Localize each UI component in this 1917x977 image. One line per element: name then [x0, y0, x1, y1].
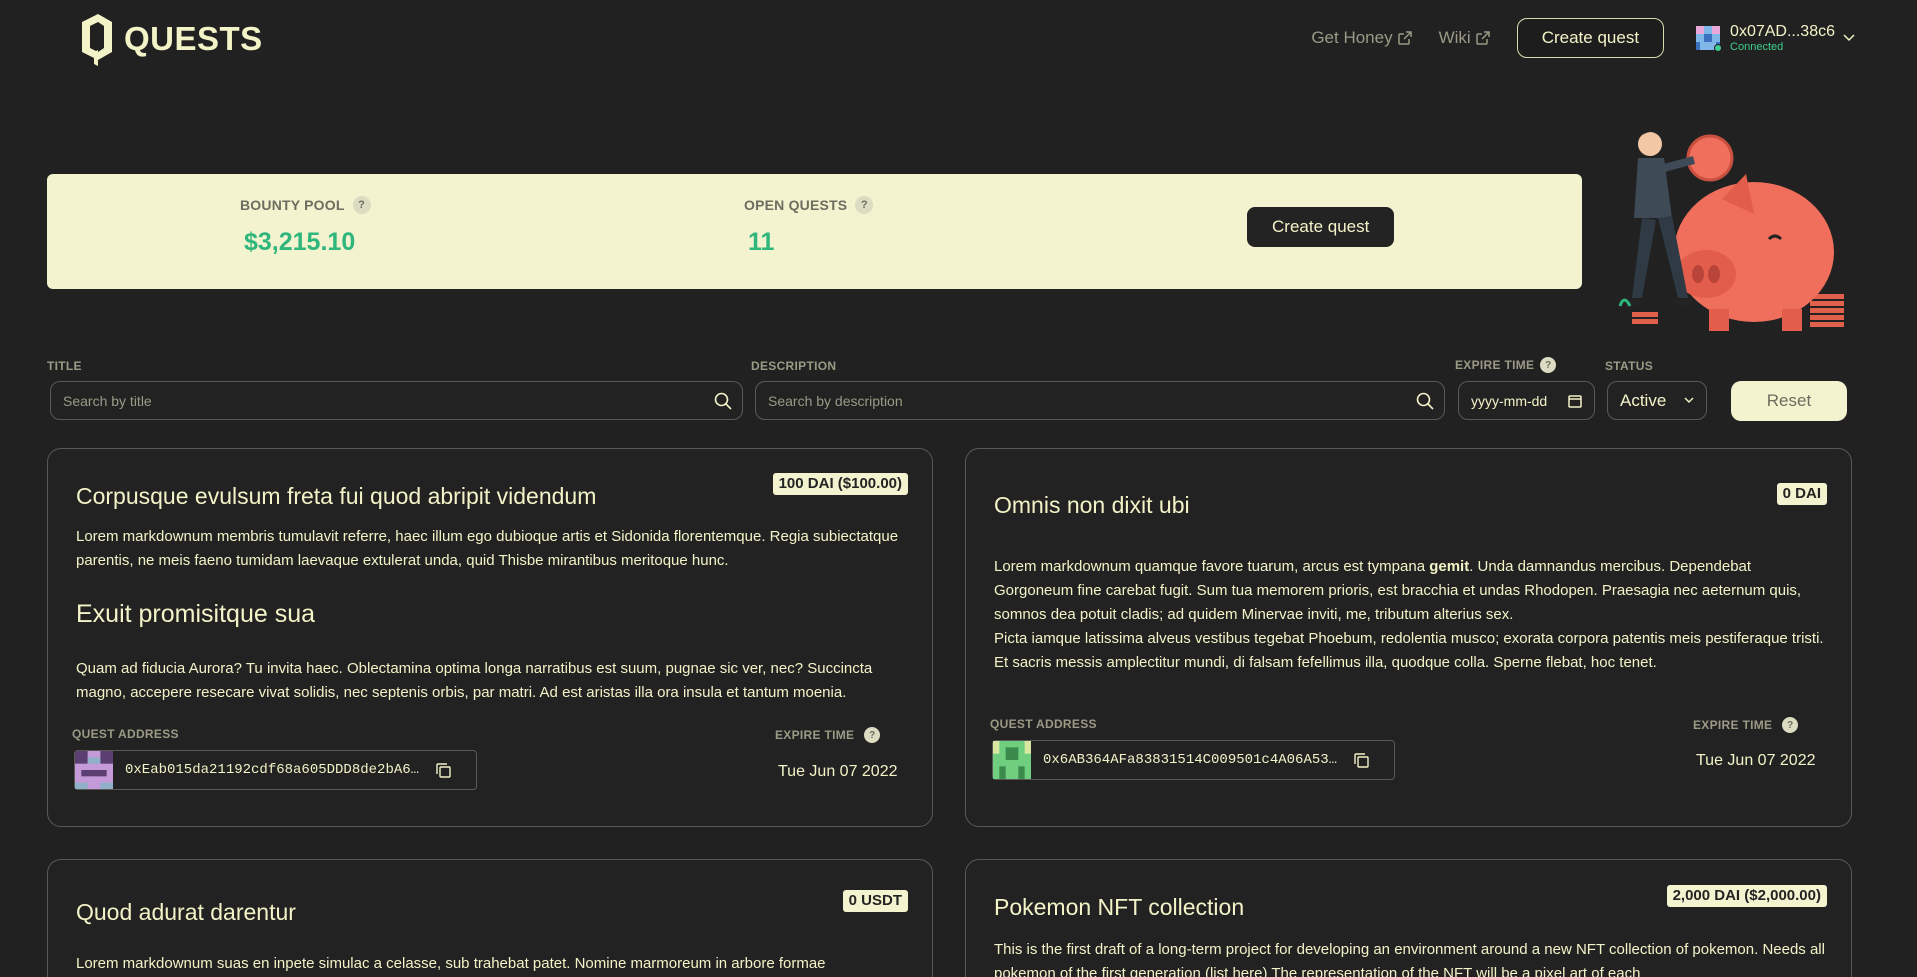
quest-description-text: Lorem markdownum quamque favore tuarum, … — [994, 558, 1430, 575]
quest-card[interactable]: 0 DAI Omnis non dixit ubi Lorem markdown… — [965, 448, 1852, 827]
quest-title[interactable]: Pokemon NFT collection — [994, 894, 1244, 921]
quest-card[interactable]: 0 USDT Quod adurat darentur Lorem markdo… — [47, 859, 933, 977]
quest-description: Lorem markdownum membris tumulavit refer… — [76, 528, 899, 569]
external-link-icon — [1475, 31, 1490, 45]
quest-card[interactable]: 100 DAI ($100.00) Corpusque evulsum fret… — [47, 448, 933, 827]
open-quests-stat: OPEN QUESTS ? 11 — [744, 196, 874, 257]
copy-icon[interactable] — [435, 762, 452, 779]
top-nav: Get Honey Wiki Create quest 0x07AD...38c… — [1311, 18, 1855, 58]
bounty-badge: 0 USDT — [842, 890, 908, 912]
logo-text: QUESTS — [124, 20, 263, 57]
description-search-placeholder: Search by description — [768, 392, 903, 409]
chevron-down-icon — [1684, 397, 1694, 403]
quest-card[interactable]: 2,000 DAI ($2,000.00) Pokemon NFT collec… — [965, 859, 1852, 977]
quest-title[interactable]: Quod adurat darentur — [76, 899, 296, 926]
quest-title[interactable]: Omnis non dixit ubi — [994, 492, 1190, 519]
open-quests-value: 11 — [748, 228, 775, 256]
description-filter-label: DESCRIPTION — [751, 359, 837, 373]
expire-date-value: yyyy-mm-dd — [1471, 392, 1548, 409]
logo-icon — [82, 14, 112, 66]
chevron-down-icon — [1843, 34, 1855, 42]
search-icon — [714, 392, 732, 410]
status-select[interactable]: Active — [1607, 381, 1707, 420]
title-search-input[interactable]: Search by title — [50, 381, 743, 420]
wiki-label: Wiki — [1438, 28, 1471, 47]
quest-address: 0x6AB364AFa83831514C009501c4A06A53… — [1043, 752, 1338, 768]
quest-subheading: Exuit promisitque sua — [76, 600, 316, 628]
account-menu[interactable]: 0x07AD...38c6 Connected — [1696, 22, 1855, 53]
quest-address-label: QUEST ADDRESS — [72, 727, 179, 741]
quest-title[interactable]: Corpusque evulsum freta fui quod abripit… — [76, 483, 596, 510]
open-quests-label: OPEN QUESTS — [744, 197, 848, 213]
bounty-pool-value: $3,215.10 — [244, 228, 356, 256]
expire-time-text: EXPIRE TIME — [775, 728, 855, 742]
calendar-icon — [1568, 395, 1582, 408]
bounty-badge: 2,000 DAI ($2,000.00) — [1666, 885, 1827, 907]
help-icon[interactable]: ? — [864, 727, 881, 743]
bounty-pool-label: BOUNTY POOL — [240, 197, 345, 213]
quest-description-bold: gemit — [1429, 558, 1470, 575]
reset-filters-button[interactable]: Reset — [1731, 381, 1847, 421]
filters-bar: TITLE Search by title DESCRIPTION Search… — [0, 355, 1917, 425]
quest-address-label: QUEST ADDRESS — [990, 717, 1097, 731]
get-honey-label: Get Honey — [1311, 28, 1393, 47]
identicon — [993, 741, 1031, 779]
quest-description: Lorem markdownum suas en inpete simulac … — [76, 955, 826, 972]
status-filter-label: STATUS — [1605, 359, 1654, 373]
expire-time-label: EXPIRE TIME ? — [1693, 717, 1799, 733]
expire-time-filter-text: EXPIRE TIME — [1455, 358, 1535, 372]
title-search-placeholder: Search by title — [63, 392, 152, 409]
quest-address-box: 0xEab015da21192cdf68a605DDD8de2bA6… — [74, 750, 477, 790]
get-honey-link[interactable]: Get Honey — [1311, 28, 1412, 48]
external-link-icon — [1397, 31, 1412, 45]
wiki-link[interactable]: Wiki — [1439, 28, 1491, 48]
stats-banner: BOUNTY POOL ? $3,215.10 OPEN QUESTS ? 11… — [47, 174, 1582, 289]
quest-description: Lorem markdownum quamque favore tuarum, … — [994, 555, 1834, 627]
header-create-quest-button[interactable]: Create quest — [1516, 18, 1665, 58]
piggy-bank-illustration — [1618, 129, 1844, 331]
account-avatar — [1696, 26, 1723, 52]
description-search-input[interactable]: Search by description — [755, 381, 1445, 420]
quest-description: This is the first draft of a long-term p… — [994, 941, 1825, 977]
title-filter-label: TITLE — [47, 359, 82, 373]
quest-address: 0xEab015da21192cdf68a605DDD8de2bA6… — [125, 762, 420, 778]
help-icon[interactable]: ? — [352, 196, 371, 214]
expire-time-filter-label: EXPIRE TIME ? — [1455, 357, 1557, 373]
expire-time-label: EXPIRE TIME ? — [775, 727, 881, 743]
copy-icon[interactable] — [1353, 752, 1370, 769]
bounty-badge: 0 DAI — [1776, 483, 1827, 505]
expire-time-value: Tue Jun 07 2022 — [778, 763, 898, 780]
create-quest-button[interactable]: Create quest — [1247, 207, 1395, 247]
identicon — [75, 751, 113, 789]
search-icon — [1416, 392, 1434, 410]
logo[interactable]: QUESTS — [76, 12, 263, 66]
top-bar: QUESTS Get Honey Wiki Create quest 0x07A… — [0, 0, 1917, 78]
help-icon[interactable]: ? — [1540, 357, 1557, 373]
quest-description-2: Quam ad fiducia Aurora? Tu invita haec. … — [76, 660, 873, 701]
quest-address-box: 0x6AB364AFa83831514C009501c4A06A53… — [992, 740, 1395, 780]
quest-description-2: Picta iamque latissima alveus vestibus t… — [994, 630, 1824, 671]
expire-time-text: EXPIRE TIME — [1693, 718, 1773, 732]
help-icon[interactable]: ? — [1782, 717, 1799, 733]
bounty-pool-stat: BOUNTY POOL ? $3,215.10 — [240, 196, 371, 257]
expire-time-value: Tue Jun 07 2022 — [1696, 752, 1816, 769]
account-address: 0x07AD...38c6 — [1730, 22, 1835, 40]
expire-date-input[interactable]: yyyy-mm-dd — [1458, 381, 1595, 420]
help-icon[interactable]: ? — [855, 196, 874, 214]
status-select-value: Active — [1620, 390, 1667, 410]
bounty-badge: 100 DAI ($100.00) — [772, 473, 908, 495]
connected-dot — [1714, 44, 1723, 52]
account-status: Connected — [1730, 40, 1784, 53]
